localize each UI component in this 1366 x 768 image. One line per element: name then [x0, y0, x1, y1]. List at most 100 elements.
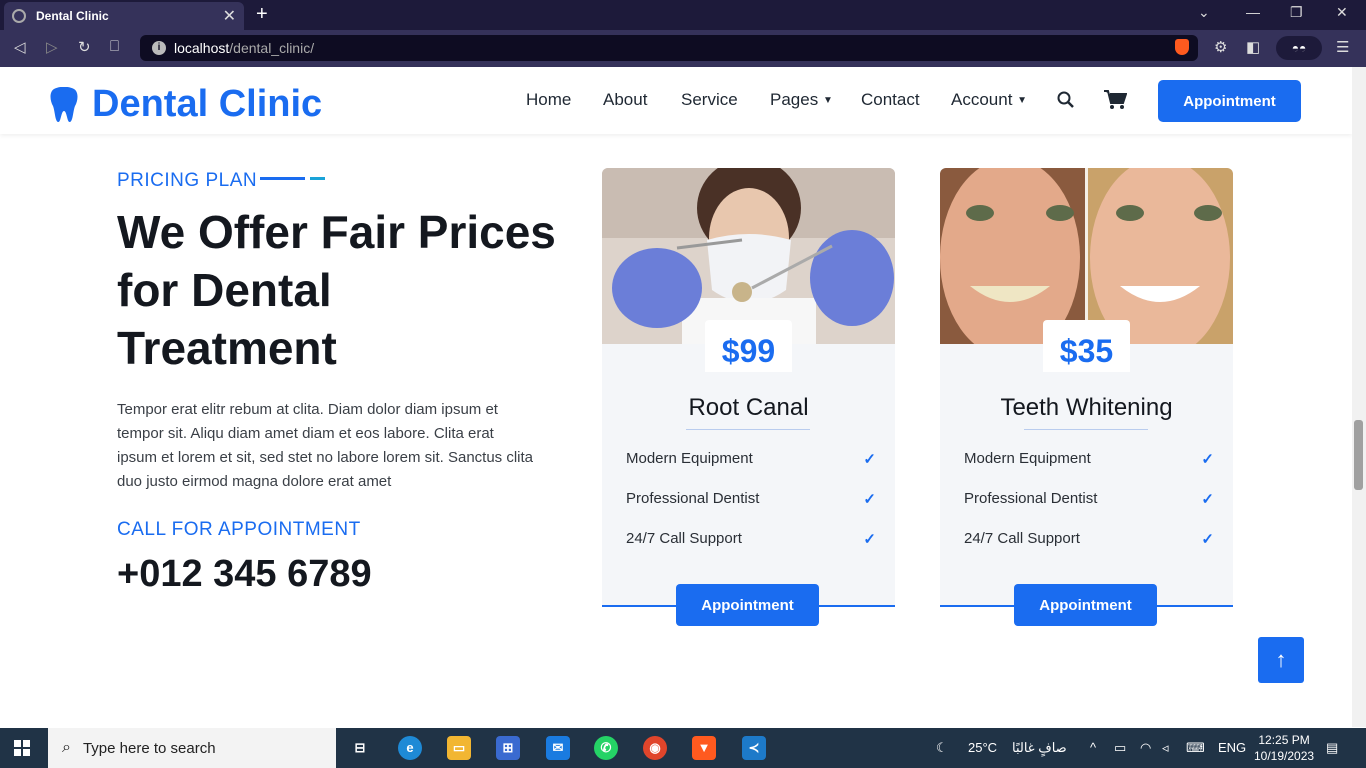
- file-explorer-icon[interactable]: ▭: [447, 736, 471, 760]
- forward-icon[interactable]: ▷: [46, 38, 58, 56]
- caret-down-icon: ▼: [1017, 95, 1028, 107]
- edge-icon[interactable]: e: [398, 736, 422, 760]
- reload-icon[interactable]: ↻: [78, 38, 91, 56]
- weather-temp[interactable]: 25°C: [968, 740, 997, 755]
- pricing-card-root-canal: $99 Root Canal Modern Equipment ✓ Profess…: [602, 168, 895, 626]
- title-divider: [686, 429, 810, 430]
- task-view-icon[interactable]: ⊟: [348, 736, 372, 760]
- nav-account-label: Account: [951, 90, 1013, 109]
- feature-label: Professional Dentist: [626, 490, 760, 507]
- phone-number: +012 345 6789: [117, 553, 372, 595]
- brand-name: Dental Clinic: [92, 83, 323, 125]
- nav-service[interactable]: Service: [681, 90, 738, 110]
- weather-text[interactable]: صافٍ غالبًا: [1012, 740, 1067, 756]
- url-path: /dental_clinic/: [229, 40, 315, 56]
- nav-pages[interactable]: Pages ▼: [770, 90, 833, 110]
- call-label: CALL FOR APPOINTMENT: [117, 519, 361, 540]
- nav-about[interactable]: About: [603, 90, 647, 110]
- vpn-glasses-icon[interactable]: ◓◓: [1276, 36, 1322, 60]
- menu-icon[interactable]: ☰: [1336, 38, 1349, 56]
- restore-icon[interactable]: ❐: [1290, 4, 1303, 21]
- extensions-icon[interactable]: ⚙: [1214, 38, 1227, 56]
- nav-pages-label: Pages: [770, 90, 819, 109]
- cart-icon[interactable]: [1103, 90, 1127, 110]
- feature-label: 24/7 Call Support: [626, 530, 742, 547]
- smile-photo: [940, 168, 1233, 344]
- taskbar-clock[interactable]: 12:25 PM 10/19/2023: [1254, 732, 1314, 764]
- nav-home[interactable]: Home: [526, 90, 571, 110]
- new-tab-button[interactable]: +: [256, 3, 268, 26]
- card-appointment-button[interactable]: Appointment: [1014, 584, 1157, 626]
- back-icon[interactable]: ◁: [14, 38, 26, 56]
- clock-time: 12:25 PM: [1258, 733, 1310, 747]
- browser-tab-bar: Dental Clinic ✕ + ⌄ — ❐ ✕: [0, 0, 1366, 30]
- feature-row: Professional Dentist ✓: [626, 490, 876, 508]
- language-indicator[interactable]: ENG: [1218, 740, 1246, 755]
- url-host: localhost: [174, 40, 230, 56]
- eyebrow-divider-short: [310, 177, 325, 180]
- header-appointment-button[interactable]: Appointment: [1158, 80, 1301, 122]
- pricing-headline: We Offer Fair Prices for Dental Treatmen…: [117, 206, 556, 374]
- clock-date: 10/19/2023: [1254, 749, 1315, 763]
- nav-contact[interactable]: Contact: [861, 90, 920, 110]
- price-badge: $35: [1043, 320, 1130, 372]
- feature-row: 24/7 Call Support ✓: [964, 530, 1214, 548]
- card-appointment-button[interactable]: Appointment: [676, 584, 819, 626]
- weather-icon[interactable]: ☾: [936, 740, 948, 756]
- page-scrollbar[interactable]: [1352, 67, 1366, 727]
- wifi-icon[interactable]: ◠: [1140, 740, 1151, 756]
- address-bar[interactable]: i localhost/dental_clinic/: [140, 35, 1198, 61]
- browser-tab[interactable]: Dental Clinic ✕: [4, 2, 244, 30]
- bookmark-icon[interactable]: ⎕: [110, 38, 119, 55]
- tab-search-icon[interactable]: ⌄: [1198, 4, 1210, 21]
- battery-icon[interactable]: ▭: [1114, 740, 1126, 756]
- feature-label: Modern Equipment: [964, 450, 1091, 467]
- taskbar-search[interactable]: ⌕ Type here to search: [48, 728, 336, 768]
- show-hidden-icons[interactable]: ^: [1090, 740, 1096, 755]
- site-logo[interactable]: Dental Clinic: [50, 83, 322, 126]
- close-window-icon[interactable]: ✕: [1336, 4, 1348, 21]
- store-icon[interactable]: ⊞: [496, 736, 520, 760]
- brave-shields-icon[interactable]: [1175, 39, 1189, 55]
- check-icon: ✓: [1201, 491, 1214, 508]
- windows-start-icon[interactable]: [14, 740, 30, 756]
- check-icon: ✓: [863, 531, 876, 548]
- service-title: Teeth Whitening: [1000, 394, 1173, 421]
- check-icon: ✓: [1201, 451, 1214, 468]
- check-icon: ✓: [1201, 531, 1214, 548]
- taskbar-search-placeholder: Type here to search: [82, 739, 216, 757]
- volume-icon[interactable]: ◃: [1162, 740, 1169, 756]
- tooth-icon: [50, 86, 78, 122]
- price-badge: $99: [705, 320, 792, 372]
- feature-label: Professional Dentist: [964, 490, 1098, 507]
- globe-icon: [12, 9, 26, 23]
- minimize-icon[interactable]: —: [1246, 4, 1260, 20]
- check-icon: ✓: [863, 451, 876, 468]
- notifications-icon[interactable]: ▤: [1326, 740, 1338, 756]
- check-icon: ✓: [863, 491, 876, 508]
- nav-account[interactable]: Account ▼: [951, 90, 1027, 110]
- tab-title: Dental Clinic: [36, 9, 109, 23]
- brave-icon[interactable]: ▼: [692, 736, 716, 760]
- search-icon[interactable]: [1057, 91, 1075, 109]
- pricing-card-teeth-whitening: $35 Teeth Whitening Modern Equipment ✓ Pr…: [940, 168, 1233, 626]
- search-icon: ⌕: [62, 739, 71, 756]
- pricing-eyebrow: PRICING PLAN: [117, 170, 258, 191]
- title-divider: [1024, 429, 1148, 430]
- close-tab-icon[interactable]: ✕: [223, 6, 236, 26]
- chrome-icon[interactable]: ◉: [643, 736, 667, 760]
- sidebar-icon[interactable]: ◧: [1246, 38, 1260, 56]
- scrollbar-thumb[interactable]: [1354, 420, 1363, 490]
- feature-label: 24/7 Call Support: [964, 530, 1080, 547]
- keyboard-icon[interactable]: ⌨: [1186, 740, 1205, 756]
- dentist-photo: [602, 168, 895, 344]
- caret-down-icon: ▼: [822, 95, 833, 107]
- mail-icon[interactable]: ✉: [546, 736, 570, 760]
- arrow-up-icon: ↑: [1275, 647, 1287, 672]
- back-to-top-button[interactable]: ↑: [1258, 637, 1304, 683]
- whatsapp-icon[interactable]: ✆: [594, 736, 618, 760]
- feature-row: Professional Dentist ✓: [964, 490, 1214, 508]
- pricing-paragraph: Tempor erat elitr rebum at clita. Diam d…: [117, 401, 534, 490]
- site-info-icon[interactable]: i: [152, 41, 166, 55]
- vscode-icon[interactable]: ≺: [742, 736, 766, 760]
